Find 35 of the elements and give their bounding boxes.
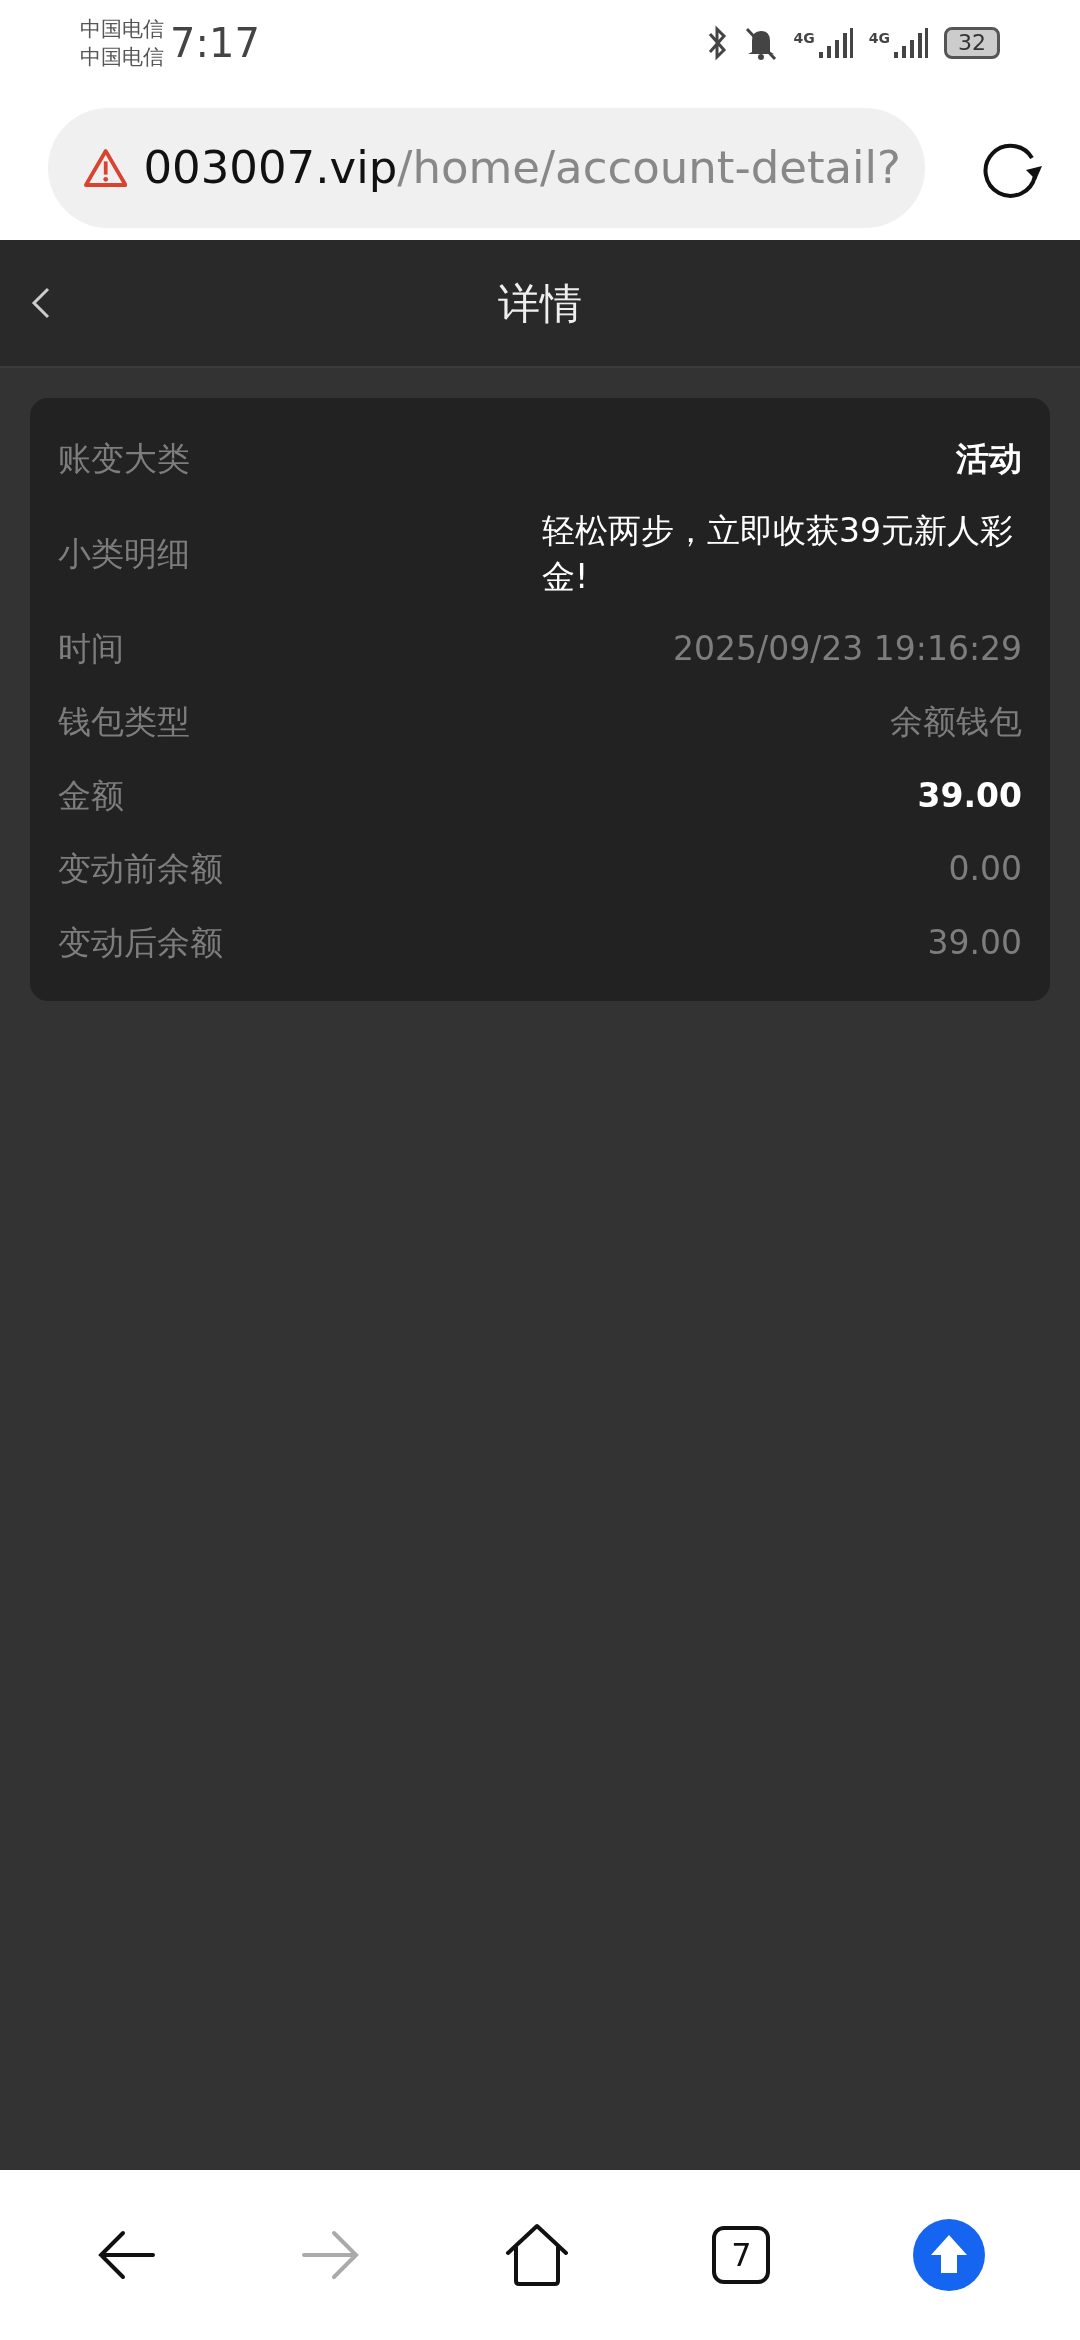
page-title: 详情: [498, 277, 582, 330]
warning-icon: [84, 146, 128, 189]
network-type: 4G: [793, 29, 815, 48]
address-bar[interactable]: 003007.vip/home/account-detail?: [48, 107, 925, 228]
battery-level: 32: [944, 27, 1000, 59]
url-host: 003007.vip: [143, 139, 398, 196]
detail-value: 轻松两步，立即收获39元新人彩金!: [542, 509, 1014, 598]
tabs-button[interactable]: 7: [712, 2226, 771, 2284]
chevron-left-icon: [30, 286, 52, 320]
detail-value: 活动: [956, 438, 1022, 480]
detail-label: 变动后余额: [58, 921, 223, 964]
signal-icon: [894, 28, 928, 58]
detail-label: 小类明细: [58, 532, 190, 575]
detail-value: 余额钱包: [890, 701, 1022, 744]
network-type: 4G: [868, 29, 890, 48]
detail-value: 0.00: [948, 848, 1022, 891]
detail-label: 变动前余额: [58, 848, 223, 891]
home-icon: [503, 2223, 570, 2287]
clock: 7:17: [170, 19, 260, 68]
back-button[interactable]: [30, 286, 52, 320]
carrier-name: 中国电信: [80, 16, 164, 43]
detail-label: 时间: [58, 627, 124, 670]
bell-muted-icon: [743, 26, 778, 60]
arrow-up-circle-icon: [912, 2219, 985, 2291]
detail-label: 金额: [58, 774, 124, 817]
carrier-name: 中国电信: [80, 44, 164, 71]
detail-value: 39.00: [917, 774, 1022, 817]
home-button[interactable]: [503, 2223, 570, 2287]
url-path: /home/account-detail?: [397, 139, 901, 196]
detail-value: 2025/09/23 19:16:29: [673, 627, 1022, 670]
detail-label: 账变大类: [58, 438, 190, 480]
detail-label: 钱包类型: [58, 701, 190, 744]
upload-button[interactable]: [912, 2219, 985, 2291]
signal-icon: [818, 28, 853, 58]
detail-value: 39.00: [927, 921, 1022, 964]
